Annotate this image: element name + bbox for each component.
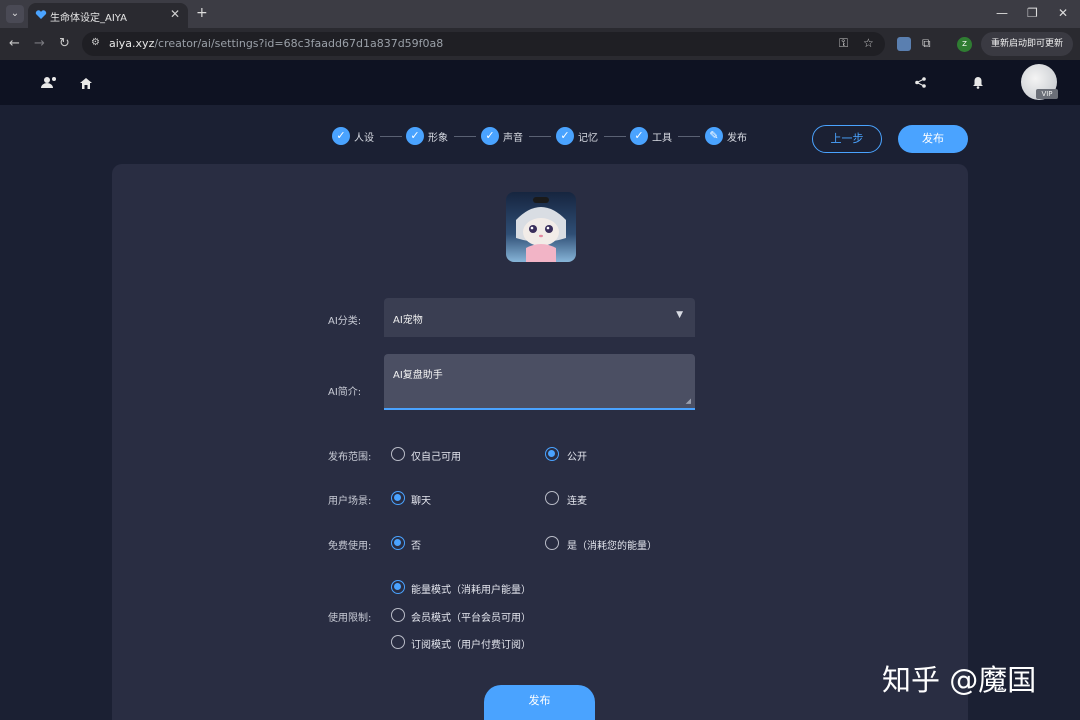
url-host: aiya.xyz [109, 37, 155, 50]
limit-member-radio[interactable] [391, 608, 405, 622]
scene-voice-call-radio[interactable] [545, 491, 559, 505]
limit-energy-radio[interactable] [391, 580, 405, 594]
step-label: 发布 [727, 133, 747, 144]
limit-subscription-label[interactable]: 订阅模式（用户付费订阅） [411, 636, 531, 651]
address-bar[interactable]: ⚙ aiya.xyz/creator/ai/settings?id=68c3fa… [82, 32, 885, 56]
free-use-label: 免费使用: [328, 541, 372, 552]
cat-character-icon [516, 197, 566, 262]
scope-private-radio[interactable] [391, 447, 405, 461]
step-label: 声音 [503, 133, 523, 144]
bell-icon[interactable] [973, 77, 983, 89]
ai-avatar-image[interactable] [506, 192, 576, 262]
tab-title: 生命体设定_AIYA [50, 13, 127, 24]
step-label: 人设 [354, 133, 374, 144]
users-icon[interactable] [41, 76, 58, 89]
reload-icon[interactable]: ↻ [59, 36, 70, 51]
creation-stepper: ✓ 人设 ✓ 形象 ✓ 声音 ✓ 记忆 ✓ 工具 ✎ 发布 [332, 127, 772, 145]
check-icon: ✓ [556, 127, 574, 145]
step-label: 工具 [652, 133, 672, 144]
forward-icon[interactable]: → [34, 36, 45, 51]
update-button[interactable]: 重新启动即可更新 [981, 32, 1073, 56]
puzzle-icon[interactable]: ⧉ [922, 36, 931, 51]
step-label: 记忆 [578, 133, 598, 144]
browser-tab[interactable]: 生命体设定_AIYA ✕ [28, 3, 188, 28]
profile-badge[interactable]: Z [957, 37, 972, 52]
scene-chat-radio[interactable] [391, 491, 405, 505]
limit-subscription-radio[interactable] [391, 635, 405, 649]
free-yes-radio[interactable] [545, 536, 559, 550]
scene-label: 用户场景: [328, 496, 372, 507]
new-tab-icon[interactable]: + [196, 5, 208, 21]
url-path: /creator/ai/settings?id=68c3faadd67d1a83… [154, 37, 444, 50]
step-connector [454, 136, 476, 137]
check-icon: ✓ [406, 127, 424, 145]
site-info-icon[interactable]: ⚙ [91, 37, 103, 49]
back-icon[interactable]: ← [9, 36, 20, 51]
step-connector [604, 136, 626, 137]
limit-energy-label[interactable]: 能量模式（消耗用户能量） [411, 581, 531, 596]
share-icon[interactable] [915, 77, 926, 88]
check-icon: ✓ [481, 127, 499, 145]
maximize-icon[interactable]: ❐ [1027, 6, 1038, 20]
category-label: AI分类: [328, 316, 362, 327]
pencil-icon: ✎ [705, 127, 723, 145]
scope-public-label[interactable]: 公开 [567, 448, 587, 463]
step-connector [529, 136, 551, 137]
browser-tab-strip: ⌄ 生命体设定_AIYA ✕ + — ❐ ✕ [0, 0, 1080, 28]
resize-handle-icon[interactable]: ◢ [686, 397, 691, 405]
intro-value: AI复盘助手 [393, 370, 443, 381]
app-header [0, 60, 1080, 105]
vip-badge: VIP [1036, 89, 1058, 99]
bookmark-star-icon[interactable]: ☆ [863, 36, 874, 50]
scope-public-radio[interactable] [545, 447, 559, 461]
free-yes-label[interactable]: 是（消耗您的能量） [567, 537, 657, 552]
publish-button-top[interactable]: 发布 [898, 125, 968, 153]
check-icon: ✓ [630, 127, 648, 145]
browser-toolbar: ← → ↻ ⚙ aiya.xyz/creator/ai/settings?id=… [0, 28, 1080, 60]
intro-label: AI简介: [328, 387, 362, 398]
caret-down-icon: ▼ [676, 310, 683, 320]
favicon-heart-icon [35, 10, 47, 19]
tab-close-icon[interactable]: ✕ [170, 7, 180, 21]
url-text[interactable]: aiya.xyz/creator/ai/settings?id=68c3faad… [109, 37, 443, 50]
scene-chat-label[interactable]: 聊天 [411, 492, 431, 507]
intro-textarea[interactable]: AI复盘助手 ◢ [384, 354, 695, 410]
step-label: 形象 [428, 133, 448, 144]
minimize-icon[interactable]: — [996, 6, 1008, 20]
scene-voice-call-label[interactable]: 连麦 [567, 492, 587, 507]
home-icon[interactable] [80, 78, 92, 89]
extension-icon[interactable] [897, 37, 911, 51]
free-no-radio[interactable] [391, 536, 405, 550]
step-connector [678, 136, 700, 137]
password-key-icon[interactable]: ⚿ [839, 36, 848, 51]
watermark-text: 知乎 @魔国 [882, 663, 1037, 697]
category-select[interactable]: AI宠物 ▼ [384, 298, 695, 337]
publish-button-bottom[interactable]: 发布 [484, 685, 595, 720]
check-icon: ✓ [332, 127, 350, 145]
tab-list-icon[interactable]: ⌄ [6, 5, 24, 23]
free-no-label[interactable]: 否 [411, 537, 421, 552]
usage-limit-label: 使用限制: [328, 613, 372, 624]
close-icon[interactable]: ✕ [1058, 6, 1068, 20]
previous-step-button[interactable]: 上一步 [812, 125, 882, 153]
category-value: AI宠物 [393, 315, 423, 326]
scope-label: 发布范围: [328, 452, 372, 463]
step-connector [380, 136, 402, 137]
limit-member-label[interactable]: 会员模式（平台会员可用） [411, 609, 531, 624]
scope-private-label[interactable]: 仅自己可用 [411, 448, 461, 463]
